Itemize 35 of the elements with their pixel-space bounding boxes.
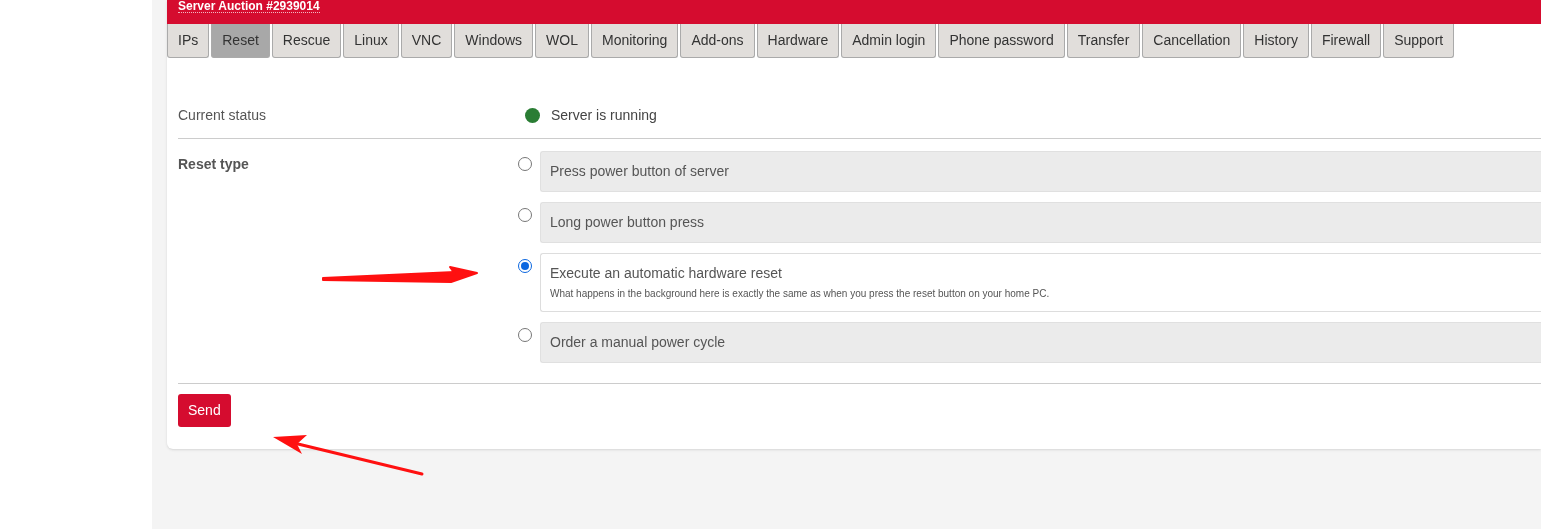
option-box[interactable]: Press power button of server [540, 151, 1541, 192]
field-label: Current status [178, 105, 267, 125]
tab[interactable]: WOL [535, 24, 589, 58]
tab[interactable]: Firewall [1310, 24, 1382, 58]
tab[interactable]: Transfer [1066, 24, 1141, 58]
tab[interactable]: Add-ons [680, 24, 755, 58]
option-label: Long power button press [550, 213, 706, 232]
option-label: Execute an automatic hardware reset [550, 264, 783, 283]
field-label: Reset type [178, 155, 250, 174]
option-box[interactable]: Order a manual power cycle [540, 322, 1541, 363]
tab[interactable]: Support [1383, 24, 1455, 58]
tab[interactable]: History [1243, 24, 1309, 58]
panel-title: Server Auction #2939014 [178, 0, 320, 13]
status-text: Server is running [551, 105, 657, 125]
tab[interactable]: Cancellation [1142, 24, 1242, 58]
tab[interactable]: Phone password [938, 24, 1065, 58]
option-label: Press power button of server [550, 162, 730, 181]
tab[interactable]: IPs [167, 24, 210, 58]
option-label: Order a manual power cycle [550, 333, 727, 352]
tab[interactable]: Hardware [756, 24, 840, 58]
option-description: What happens in the background here is exactly the same as when you press the reset button on your home PC. [550, 287, 1051, 301]
tab[interactable]: Windows [454, 24, 534, 58]
tab[interactable]: Monitoring [591, 24, 679, 58]
tab[interactable]: Admin login [841, 24, 937, 58]
tab[interactable]: Linux [343, 24, 399, 58]
radio-button[interactable] [518, 259, 532, 273]
radio-button[interactable] [518, 208, 532, 222]
send-button[interactable]: Send [178, 394, 231, 427]
option-box[interactable]: Long power button press [540, 202, 1541, 243]
tab[interactable]: Reset [211, 24, 270, 58]
option-box[interactable]: Execute an automatic hardware reset What happens in the background here is exactly the same as when you press the reset button on your home PC. [540, 253, 1541, 312]
tab[interactable]: VNC [400, 24, 453, 58]
tab[interactable]: Rescue [271, 24, 342, 58]
radio-button[interactable] [518, 157, 532, 171]
radio-button[interactable] [518, 328, 532, 342]
